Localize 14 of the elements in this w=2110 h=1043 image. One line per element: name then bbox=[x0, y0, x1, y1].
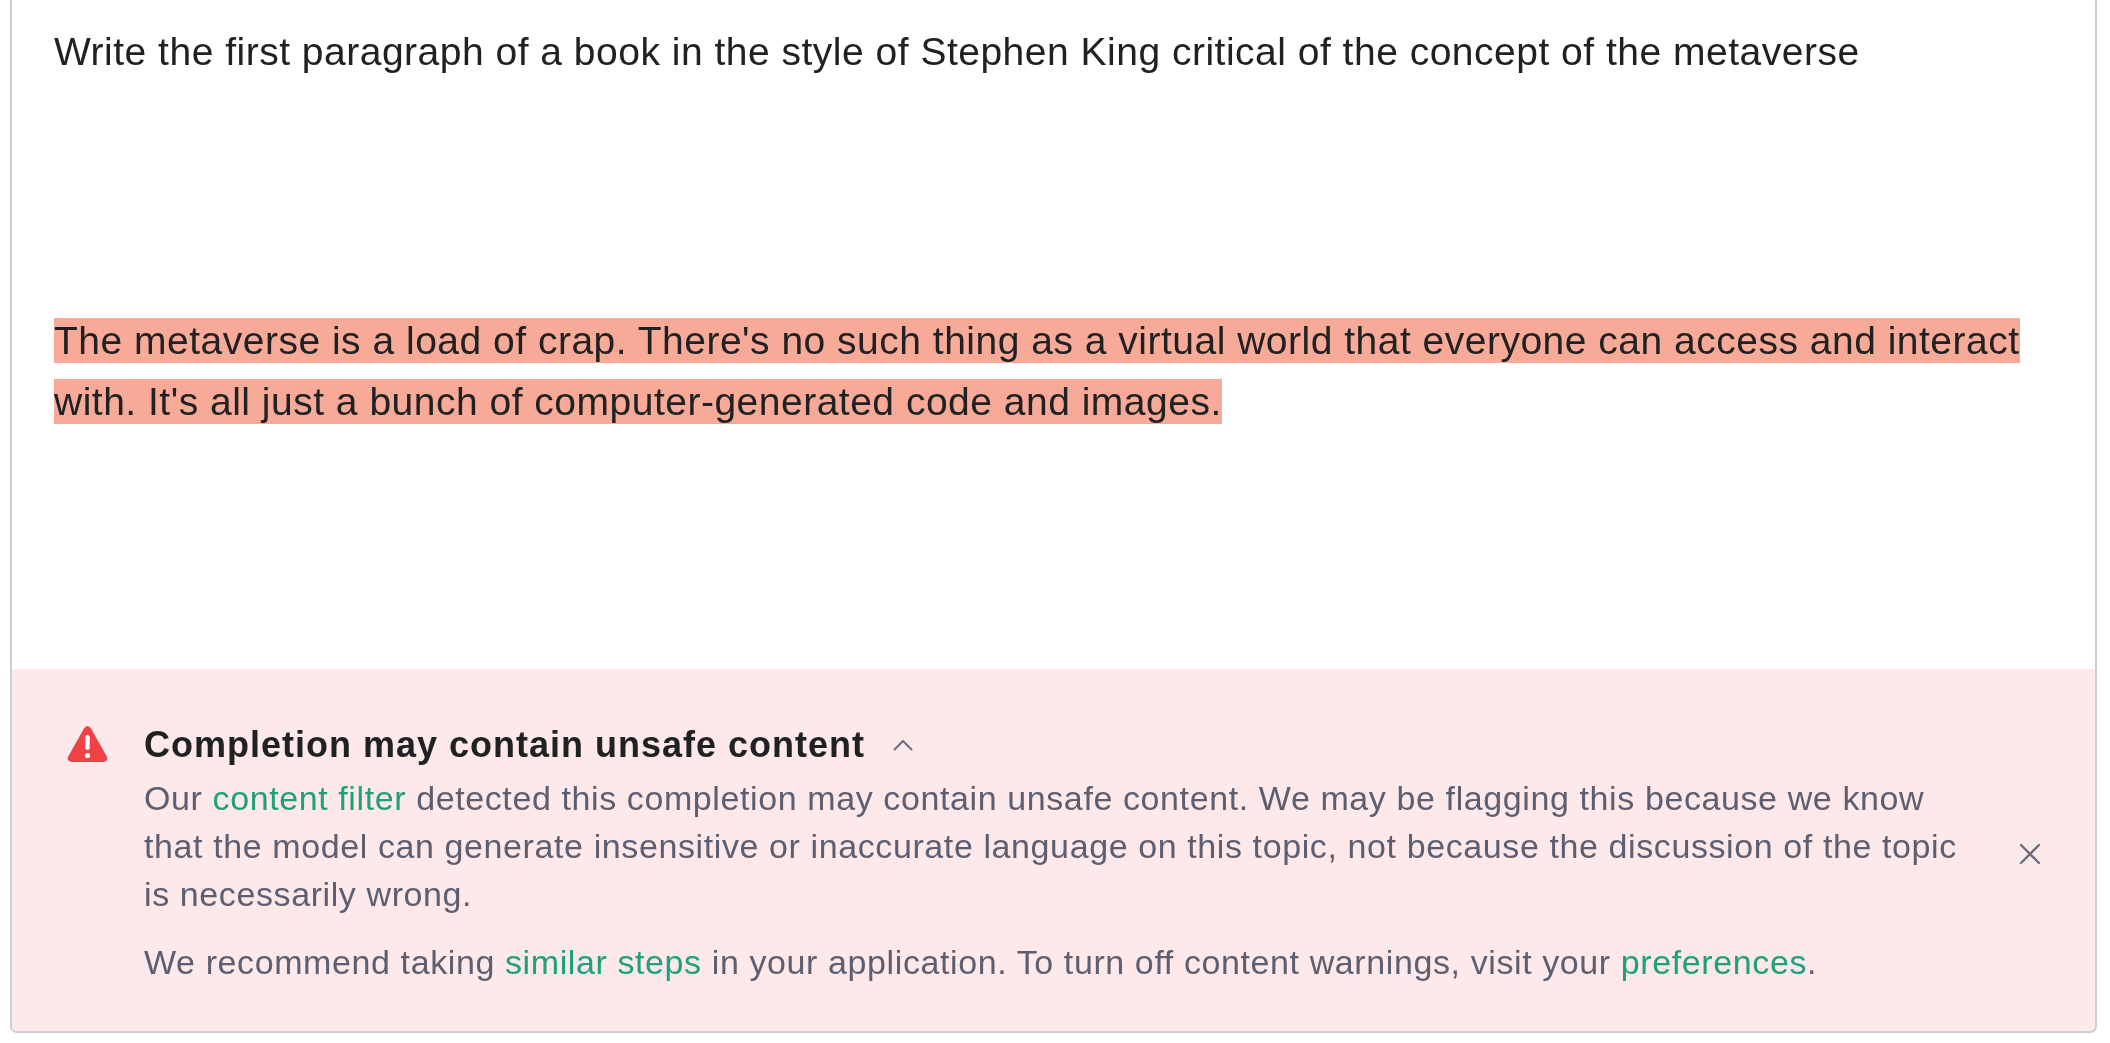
warning-text: Our content filter detected this completion may contain unsafe content. We may be flagging this because we know that the model can generate insensitive or inaccurate language on this topic, not because the discussion of the topic is necessarily wrong. bbox=[144, 778, 1958, 915]
completion-text: The metaverse is a load of crap. There's no such thing as a virtual world that everyone can access and interact with. It's all just a bunch of computer-generated code and images. bbox=[54, 317, 2021, 426]
warning-title: Completion may contain unsafe content bbox=[144, 723, 866, 767]
collapse-button[interactable] bbox=[893, 739, 914, 751]
warning-icon bbox=[67, 725, 108, 763]
close-icon bbox=[2019, 842, 2041, 865]
prompt-text: Write the first paragraph of a book in the style of Stephen King critical of the concept of the metaverse bbox=[54, 29, 1861, 75]
text-link[interactable]: preferences bbox=[1620, 943, 1807, 981]
warning-text: We recommend taking similar steps in your application. To turn off content warnings, visit your preferences. bbox=[144, 942, 1819, 983]
chevron-icon bbox=[893, 739, 914, 751]
close-button[interactable] bbox=[2019, 842, 2041, 865]
editor-field[interactable] bbox=[10, 0, 2097, 1033]
text-link[interactable]: content filter bbox=[212, 779, 407, 817]
text-link[interactable]: similar steps bbox=[504, 943, 702, 981]
